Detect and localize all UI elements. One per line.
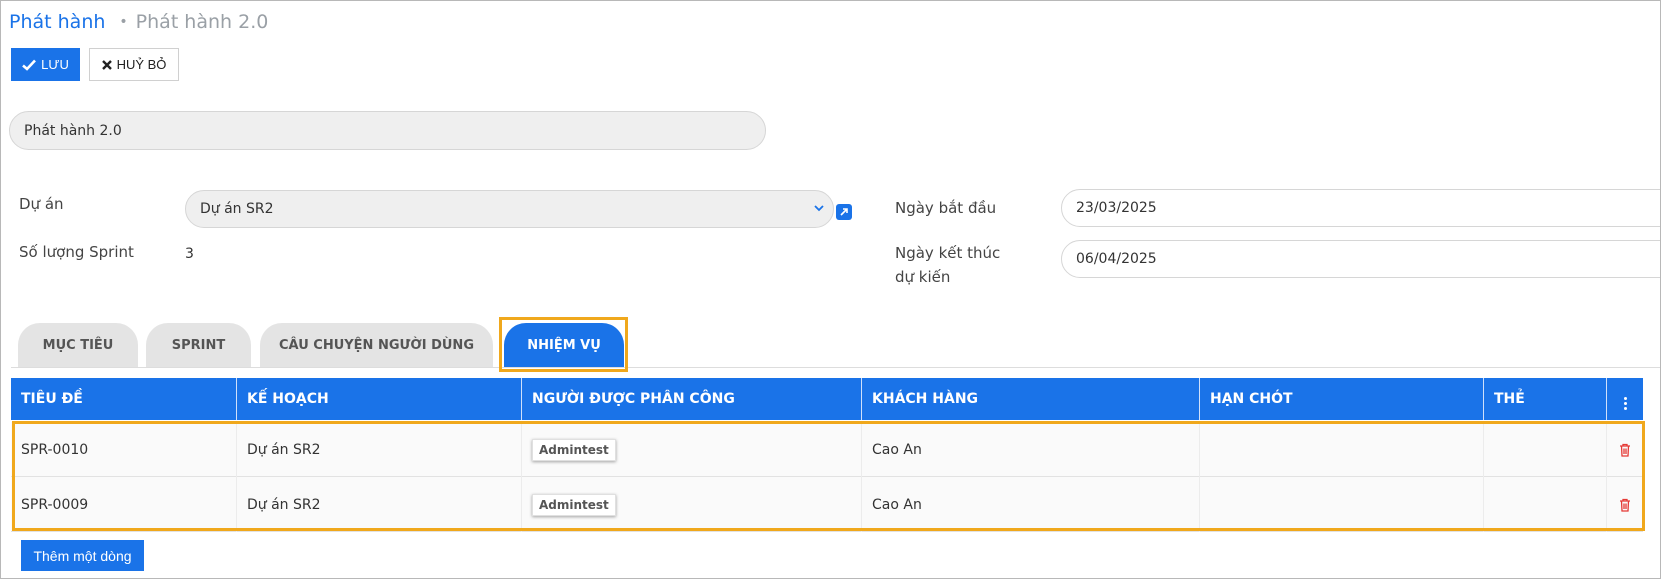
tab-goals[interactable]: MỤC TIÊU [18, 323, 138, 367]
chevron-down-icon [814, 205, 824, 212]
close-icon [101, 59, 112, 70]
cell-deadline[interactable] [1200, 422, 1484, 477]
column-header-deadline[interactable]: HẠN CHÓT [1200, 378, 1484, 420]
tab-user-stories[interactable]: CÂU CHUYỆN NGƯỜI DÙNG [260, 323, 493, 367]
breadcrumb: Phát hành • Phát hành 2.0 [9, 11, 268, 33]
kebab-icon [1623, 396, 1627, 410]
tasks-table-body: SPR-0010 Dự án SR2 Admintest Cao An SPR-… [11, 422, 1643, 532]
column-header-assignee[interactable]: NGƯỜI ĐƯỢC PHÂN CÔNG [522, 378, 862, 420]
project-select-value: Dự án SR2 [200, 201, 274, 217]
delete-row-button[interactable] [1607, 422, 1643, 477]
cell-assignee[interactable]: Admintest [522, 422, 862, 477]
cell-title[interactable]: SPR-0009 [11, 477, 237, 532]
add-row-button[interactable]: Thêm một dòng [21, 540, 144, 571]
sprint-count-value: 3 [185, 246, 194, 262]
tab-sprint[interactable]: SPRINT [146, 323, 251, 367]
save-button[interactable]: LƯU [11, 48, 80, 81]
project-select[interactable]: Dự án SR2 [185, 190, 834, 228]
column-header-customer[interactable]: KHÁCH HÀNG [862, 378, 1200, 420]
start-date-label: Ngày bắt đầu [895, 199, 997, 217]
cell-title[interactable]: SPR-0010 [11, 422, 237, 477]
end-date-label-line1: Ngày kết thúc [895, 244, 1001, 262]
cell-plan[interactable]: Dự án SR2 [237, 422, 522, 477]
column-header-plan[interactable]: KẾ HOẠCH [237, 378, 522, 420]
cancel-button-label: HUỶ BỎ [116, 57, 167, 72]
cell-assignee[interactable]: Admintest [522, 477, 862, 532]
sprint-count-label: Số lượng Sprint [19, 243, 134, 261]
start-date-input[interactable]: 23/03/2025 [1061, 189, 1660, 227]
release-name-input[interactable]: Phát hành 2.0 [9, 111, 766, 150]
tabs-divider [11, 367, 1660, 368]
save-button-label: LƯU [41, 57, 69, 72]
cell-tags[interactable] [1484, 477, 1607, 532]
cell-deadline[interactable] [1200, 477, 1484, 532]
column-header-tags[interactable]: THẺ [1484, 378, 1607, 420]
end-date-label-line2: dự kiến [895, 268, 951, 286]
breadcrumb-separator: • [119, 14, 128, 30]
table-row[interactable]: SPR-0010 Dự án SR2 Admintest Cao An [11, 422, 1643, 477]
cell-plan[interactable]: Dự án SR2 [237, 477, 522, 532]
table-row[interactable]: SPR-0009 Dự án SR2 Admintest Cao An [11, 477, 1643, 532]
cell-tags[interactable] [1484, 422, 1607, 477]
tasks-table-header: TIÊU ĐỀ KẾ HOẠCH NGƯỜI ĐƯỢC PHÂN CÔNG KH… [11, 378, 1643, 420]
assignee-tag: Admintest [532, 438, 616, 461]
breadcrumb-root-link[interactable]: Phát hành [9, 11, 105, 33]
cancel-button[interactable]: HUỶ BỎ [89, 48, 179, 81]
column-header-title[interactable]: TIÊU ĐỀ [11, 378, 237, 420]
end-date-label: Ngày kết thúc dự kiến [895, 241, 1000, 289]
project-label: Dự án [19, 195, 64, 213]
trash-icon [1620, 443, 1630, 457]
delete-row-button[interactable] [1607, 477, 1643, 532]
tab-tasks[interactable]: NHIỆM VỤ [504, 323, 624, 367]
release-form-window: Phát hành • Phát hành 2.0 LƯU HUỶ BỎ Phá… [0, 0, 1661, 579]
check-icon [22, 59, 37, 71]
cell-customer[interactable]: Cao An [862, 477, 1200, 532]
cell-customer[interactable]: Cao An [862, 422, 1200, 477]
assignee-tag: Admintest [532, 493, 616, 516]
trash-icon [1620, 498, 1630, 512]
column-options-menu[interactable] [1607, 378, 1643, 420]
external-link-icon[interactable] [836, 204, 852, 220]
breadcrumb-current: Phát hành 2.0 [135, 11, 269, 33]
end-date-input[interactable]: 06/04/2025 [1061, 240, 1660, 278]
